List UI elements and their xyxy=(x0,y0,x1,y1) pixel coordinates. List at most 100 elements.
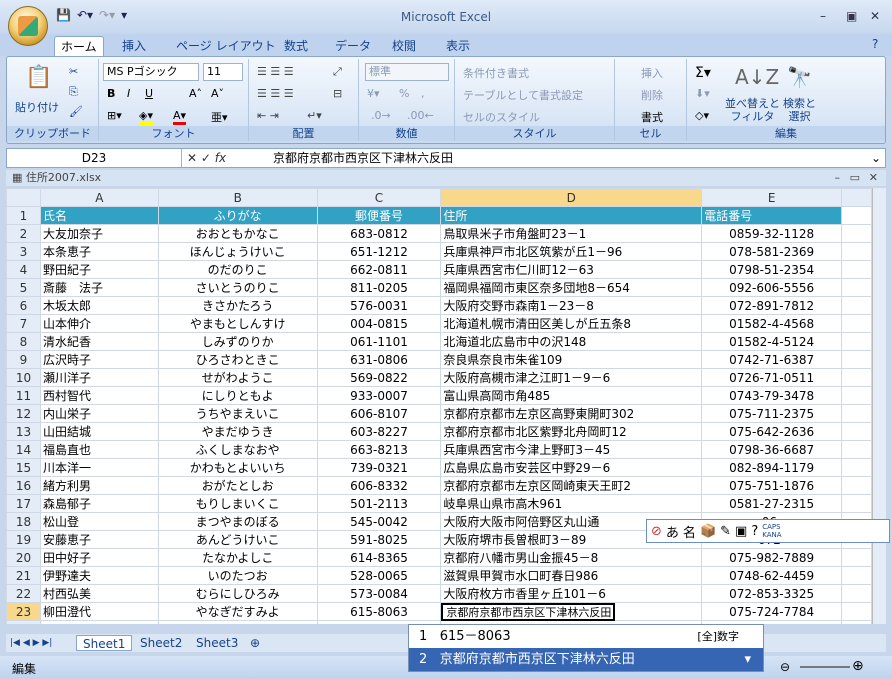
cell[interactable]: もりしまいくこ xyxy=(157,494,318,513)
decrease-decimal-icon[interactable]: .00← xyxy=(407,109,434,122)
percent-icon[interactable]: % xyxy=(399,87,409,100)
paste-icon[interactable]: 📋 xyxy=(25,65,52,90)
phonetic-icon[interactable]: 亜▾ xyxy=(211,109,228,125)
comma-icon[interactable]: , xyxy=(421,87,425,100)
cell[interactable]: 078-581-2369 xyxy=(701,242,843,261)
cell[interactable]: 京都府京都市左京区高野東開町302 xyxy=(440,404,703,423)
row-header[interactable]: 21 xyxy=(6,566,41,585)
column-header[interactable]: A xyxy=(39,188,159,207)
fill-icon[interactable]: ⬇▾ xyxy=(695,87,710,100)
cell[interactable]: 0798-51-2354 xyxy=(701,260,843,279)
empty-cell[interactable] xyxy=(39,620,159,624)
fill-color-icon[interactable]: ◈▾ xyxy=(139,109,153,125)
cell[interactable]: 滋賀県甲賀市水口町春日986 xyxy=(440,566,703,585)
cell[interactable]: 岐阜県山県市高木961 xyxy=(440,494,703,513)
minimize-icon[interactable]: – xyxy=(820,9,826,23)
cell[interactable]: 061-1101 xyxy=(316,332,442,351)
row-header[interactable]: 16 xyxy=(6,476,41,495)
cell[interactable]: 大阪府枚方市香里ヶ丘101－6 xyxy=(440,584,703,603)
ime-icon[interactable]: ⊘ xyxy=(651,524,662,539)
format-as-table-button[interactable]: テーブルとして書式設定 xyxy=(463,87,583,103)
cell[interactable]: 01582-4-5124 xyxy=(701,332,843,351)
empty-cell[interactable] xyxy=(841,314,872,333)
maximize-icon[interactable]: ▣ xyxy=(846,9,857,23)
candidate-item-selected[interactable]: 2 京都府京都市西京区下津林六反田 ▾ xyxy=(409,648,763,671)
cell[interactable]: 0748-62-4459 xyxy=(701,566,843,585)
cell[interactable]: 瀬川洋子 xyxy=(39,368,159,387)
row-header[interactable]: 3 xyxy=(6,242,41,261)
cell[interactable]: 京都府京都市北区紫野北舟岡町12 xyxy=(440,422,703,441)
cell[interactable]: たなかよしこ xyxy=(157,548,318,567)
cell[interactable]: 569-0822 xyxy=(316,368,442,387)
tab-home[interactable]: ホーム xyxy=(54,36,104,56)
empty-cell[interactable] xyxy=(841,440,872,459)
row-header[interactable]: 5 xyxy=(6,278,41,297)
header-cell[interactable]: ふりがな xyxy=(157,206,318,225)
conditional-format-button[interactable]: 条件付き書式 xyxy=(463,65,529,81)
cell[interactable]: 奈良県奈良市朱雀109 xyxy=(440,350,703,369)
column-header[interactable]: E xyxy=(701,188,843,207)
row-header[interactable]: 11 xyxy=(6,386,41,405)
cell[interactable]: さいとうのりこ xyxy=(157,278,318,297)
cell[interactable]: むらにしひろみ xyxy=(157,584,318,603)
expand-formula-icon[interactable]: ⌄ xyxy=(871,149,881,167)
cell[interactable]: 576-0031 xyxy=(316,296,442,315)
cell[interactable]: 082-894-1179 xyxy=(701,458,843,477)
header-cell[interactable]: 住所 xyxy=(440,206,703,225)
cell[interactable]: まつやまのぼる xyxy=(157,512,318,531)
row-header[interactable]: 4 xyxy=(6,260,41,279)
cell[interactable]: にしりともよ xyxy=(157,386,318,405)
row-header[interactable]: 18 xyxy=(6,512,41,531)
row-header[interactable]: 14 xyxy=(6,440,41,459)
empty-cell[interactable] xyxy=(841,296,872,315)
cancel-icon[interactable]: ✕ xyxy=(187,151,197,165)
empty-cell[interactable] xyxy=(841,368,872,387)
cell[interactable]: やまだゆうき xyxy=(157,422,318,441)
cell[interactable]: 森島郁子 xyxy=(39,494,159,513)
cell[interactable]: 072-891-7812 xyxy=(701,296,843,315)
sheet-tab-1[interactable]: Sheet1 xyxy=(76,635,133,651)
cell[interactable]: 004-0815 xyxy=(316,314,442,333)
cell[interactable]: 広島県広島市安芸区中野29－6 xyxy=(440,458,703,477)
tab-review[interactable]: 校閲 xyxy=(386,36,422,56)
row-header[interactable]: 12 xyxy=(6,404,41,423)
tab-data[interactable]: データ xyxy=(329,36,377,56)
header-cell[interactable]: 電話番号 xyxy=(701,206,843,225)
cell[interactable]: 663-8213 xyxy=(316,440,442,459)
empty-cell[interactable] xyxy=(157,620,318,624)
empty-cell[interactable] xyxy=(841,260,872,279)
candidate-item[interactable]: 1 615－8063 [全]数字 xyxy=(409,625,763,648)
header-cell[interactable]: 郵便番号 xyxy=(316,206,442,225)
row-header[interactable]: 2 xyxy=(6,224,41,243)
cell[interactable]: 北海道札幌市清田区美しが丘五条8 xyxy=(440,314,703,333)
cell[interactable]: 清水紀香 xyxy=(39,332,159,351)
cell[interactable]: いのたつお xyxy=(157,566,318,585)
cell[interactable]: 本条恵子 xyxy=(39,242,159,261)
sheet-tab-2[interactable]: Sheet2 xyxy=(134,635,188,651)
vertical-scrollbar[interactable] xyxy=(872,188,886,624)
cell[interactable]: 伊野達夫 xyxy=(39,566,159,585)
zoom-out-icon[interactable]: ⊖ xyxy=(780,660,790,674)
cell[interactable]: せがわようこ xyxy=(157,368,318,387)
empty-cell[interactable] xyxy=(841,206,872,225)
cell[interactable]: 614-8365 xyxy=(316,548,442,567)
font-color-icon[interactable]: A▾ xyxy=(173,109,187,125)
pad-icon[interactable]: ▣ xyxy=(735,524,747,539)
cell[interactable]: 683-0812 xyxy=(316,224,442,243)
cell[interactable]: おがたとしお xyxy=(157,476,318,495)
help-icon[interactable]: ? xyxy=(872,37,878,51)
cell[interactable]: 528-0065 xyxy=(316,566,442,585)
cell[interactable]: 591-8025 xyxy=(316,530,442,549)
empty-cell[interactable] xyxy=(841,566,872,585)
font-size-select[interactable]: 11 xyxy=(203,63,243,81)
cell[interactable]: 大友加奈子 xyxy=(39,224,159,243)
empty-cell[interactable] xyxy=(841,548,872,567)
zoom-slider[interactable] xyxy=(800,666,850,668)
align-top-icon[interactable]: ☰ ☰ ☰ xyxy=(257,65,294,78)
cell-styles-button[interactable]: セルのスタイル xyxy=(463,109,540,125)
cell[interactable]: ほんじょうけいこ xyxy=(157,242,318,261)
cell[interactable]: 075-711-2375 xyxy=(701,404,843,423)
cell[interactable]: 野田紀子 xyxy=(39,260,159,279)
cell[interactable]: 富山県高岡市角485 xyxy=(440,386,703,405)
paste-button[interactable]: 貼り付け xyxy=(15,99,59,115)
